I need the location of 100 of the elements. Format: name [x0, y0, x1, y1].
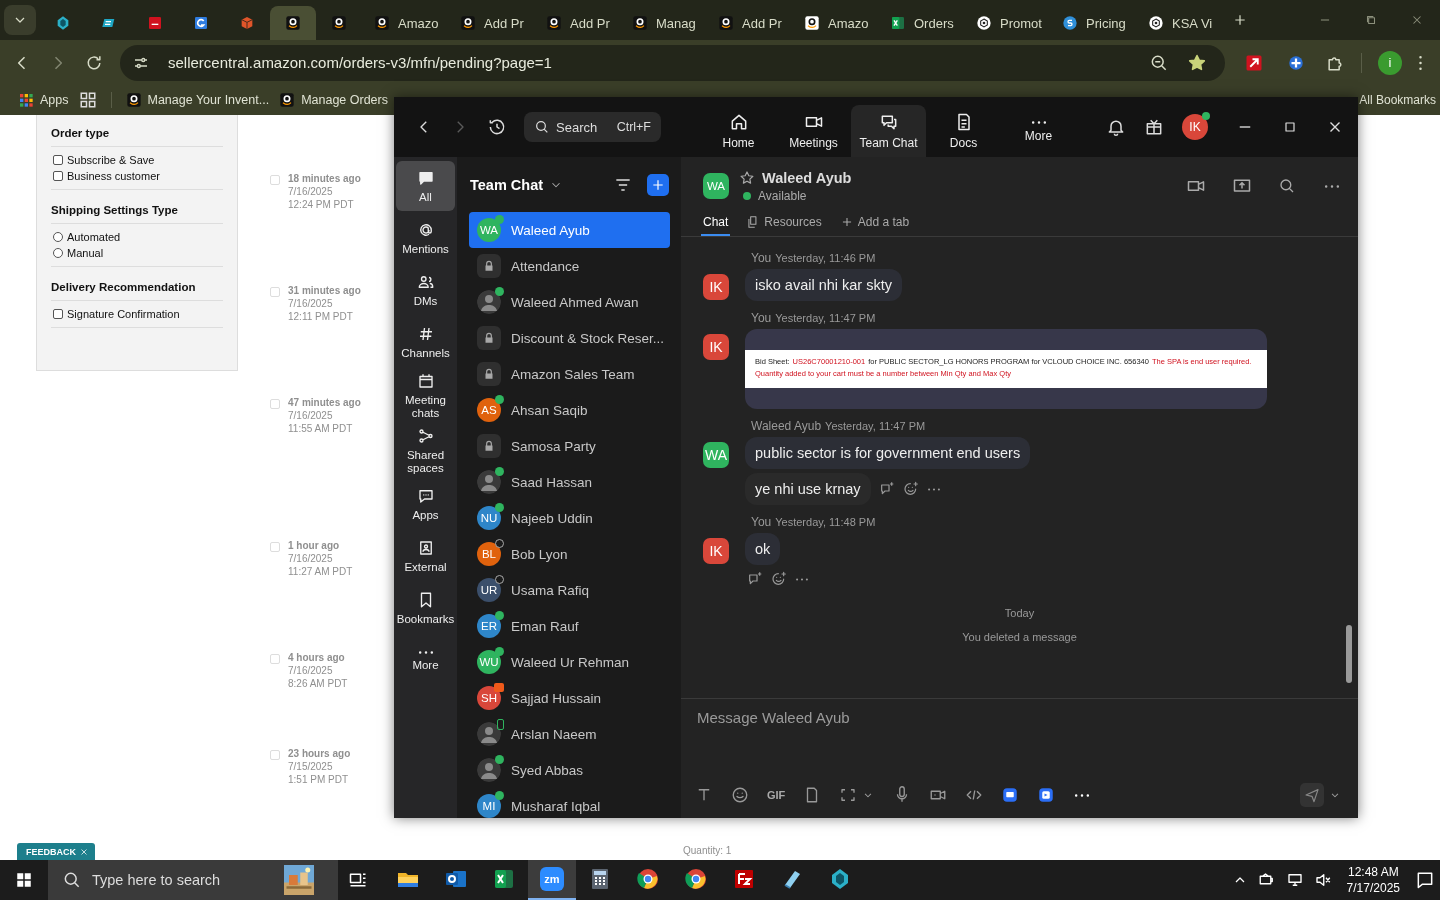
- star-icon[interactable]: [739, 169, 755, 186]
- bookmark-link[interactable]: Apps: [18, 92, 69, 108]
- status-text: Available: [758, 188, 807, 203]
- nav-tab[interactable]: More: [1001, 105, 1076, 157]
- reply-icon[interactable]: [747, 571, 763, 587]
- radio-button[interactable]: [53, 248, 63, 258]
- user-avatar[interactable]: IK: [1182, 114, 1208, 140]
- grid-icon[interactable]: [78, 91, 97, 109]
- search-field[interactable]: Search Ctrl+F: [524, 112, 661, 142]
- sidebar-item[interactable]: DMs: [396, 265, 455, 315]
- chat-list-item[interactable]: Discount & Stock Reser...: [469, 320, 670, 356]
- tab-search-button[interactable]: [4, 5, 36, 35]
- order-time: 11:55 AM PDT: [288, 422, 354, 434]
- chat-list-item[interactable]: Waleed Ahmed Awan: [469, 284, 670, 320]
- nav-tab[interactable]: Meetings: [776, 105, 851, 157]
- browser-tab[interactable]: [270, 6, 316, 40]
- chat-list-item[interactable]: SH Sajjad Hussain: [469, 680, 670, 716]
- checkbox[interactable]: [53, 171, 63, 181]
- app-icon[interactable]: [1001, 786, 1020, 804]
- bookmark-link[interactable]: Manage Your Invent...: [125, 92, 270, 108]
- new-chat-button[interactable]: [647, 173, 669, 196]
- screenshot-icon[interactable]: [839, 786, 858, 804]
- chat-list-item[interactable]: Amazon Sales Team: [469, 356, 670, 392]
- checkbox[interactable]: [53, 155, 63, 165]
- notifications-icon[interactable]: [1415, 870, 1435, 890]
- bookmark-link[interactable]: Manage Orders: [279, 92, 388, 108]
- send-button[interactable]: [1300, 783, 1324, 807]
- chat-list-item[interactable]: AS Ahsan Saqib: [469, 392, 670, 428]
- browser-tab[interactable]: Add Pr: [706, 6, 792, 40]
- sidebar-item[interactable]: External: [396, 531, 455, 582]
- message-bubble: ye nhi use krnay: [745, 473, 871, 505]
- chat-tab[interactable]: Add a tab: [837, 209, 912, 236]
- sidebar-item[interactable]: Apps: [396, 479, 455, 530]
- sidebar-item[interactable]: All: [396, 161, 455, 211]
- task-view-icon[interactable]: [348, 870, 368, 890]
- search-icon: [62, 870, 82, 890]
- chat-list-item[interactable]: Samosa Party: [469, 428, 670, 464]
- nav-tab[interactable]: Team Chat: [851, 105, 926, 157]
- checkbox[interactable]: [53, 309, 63, 319]
- chat-list-item[interactable]: Arslan Naeem: [469, 716, 670, 752]
- gif-button[interactable]: GIF: [767, 789, 786, 801]
- date-divider: Today: [1004, 607, 1035, 619]
- chat-list-item[interactable]: Syed Abbas: [469, 752, 670, 788]
- scrollbar[interactable]: [1346, 625, 1352, 683]
- sidebar-item[interactable]: Shared spaces: [396, 424, 455, 478]
- browser-tab[interactable]: Pricing: [1050, 6, 1136, 40]
- browser-tab[interactable]: Manag: [620, 6, 706, 40]
- chat-tab[interactable]: Resources: [744, 209, 824, 236]
- address-bar[interactable]: sellercentral.amazon.com/orders-v3/mfn/pending?page=1: [120, 44, 1225, 81]
- browser-tab[interactable]: Add Pr: [448, 6, 534, 40]
- more-icon[interactable]: [1322, 183, 1342, 189]
- history-icon[interactable]: [487, 117, 507, 137]
- search-icon[interactable]: [1278, 177, 1296, 195]
- nav-tab[interactable]: Home: [701, 105, 776, 157]
- browser-tab[interactable]: Add Pr: [534, 6, 620, 40]
- arrow-extension-icon[interactable]: [1245, 53, 1263, 72]
- volume-icon[interactable]: [1313, 871, 1332, 889]
- browser-tab[interactable]: KSA Vi: [1136, 6, 1222, 40]
- chat-list-item[interactable]: Attendance: [469, 248, 670, 284]
- app-icon[interactable]: [1037, 786, 1056, 804]
- chat-tab[interactable]: Chat: [701, 209, 731, 236]
- add-reaction-icon[interactable]: [771, 571, 787, 587]
- chat-list-item[interactable]: WA Waleed Ayub: [469, 212, 670, 248]
- sidebar-item[interactable]: Mentions: [396, 213, 455, 263]
- bookmark-star-icon[interactable]: [1187, 52, 1207, 73]
- chat-list-item[interactable]: UR Usama Rafiq: [469, 572, 670, 608]
- chat-list-item[interactable]: MI Musharaf Iqbal: [469, 788, 670, 818]
- feedback-button[interactable]: FEEDBACK: [17, 843, 95, 861]
- reply-icon[interactable]: [878, 481, 895, 497]
- sidebar-item[interactable]: Meeting chats: [396, 369, 455, 423]
- chat-list-item[interactable]: WU Waleed Ur Rehman: [469, 644, 670, 680]
- sidebar-item[interactable]: Bookmarks: [396, 583, 455, 634]
- order-time: 12:11 PM PDT: [288, 310, 354, 322]
- message-time: Yesterday, 11:46 PM: [775, 252, 876, 264]
- clock-time[interactable]: 12:48 AM: [1347, 863, 1399, 880]
- chat-list-item[interactable]: NU Najeeb Uddin: [469, 500, 670, 536]
- browser-tab[interactable]: Orders: [878, 6, 964, 40]
- chat-list-item[interactable]: BL Bob Lyon: [469, 536, 670, 572]
- network-icon[interactable]: [1285, 871, 1304, 889]
- chat-list-item[interactable]: Saad Hassan: [469, 464, 670, 500]
- sidebar-item[interactable]: Channels: [396, 317, 455, 367]
- clock-date[interactable]: 7/17/2025: [1346, 880, 1400, 897]
- browser-tab[interactable]: Promot: [964, 6, 1050, 40]
- list-title[interactable]: Team Chat: [470, 176, 544, 193]
- browser-tab[interactable]: Amazo: [362, 6, 448, 40]
- order-time: 8:26 AM PDT: [288, 678, 348, 690]
- chat-list-item[interactable]: ER Eman Rauf: [469, 608, 670, 644]
- maximize-button[interactable]: [1282, 119, 1298, 135]
- sidebar-item[interactable]: More: [396, 635, 455, 686]
- bookmark-link[interactable]: All Bookmarks: [1359, 93, 1436, 107]
- search-field[interactable]: Type here to search: [48, 860, 338, 900]
- cross-extension-icon[interactable]: [1287, 53, 1305, 72]
- nav-tab[interactable]: Docs: [926, 105, 1001, 157]
- browser-tab[interactable]: Amazo: [792, 6, 878, 40]
- radio-button[interactable]: [53, 232, 63, 242]
- profile-avatar[interactable]: i: [1378, 50, 1402, 75]
- emoji-icon[interactable]: [731, 786, 749, 804]
- add-reaction-icon[interactable]: [902, 481, 919, 497]
- more-icon[interactable]: [1073, 792, 1092, 798]
- message-field[interactable]: Message Waleed Ayub: [681, 699, 1358, 782]
